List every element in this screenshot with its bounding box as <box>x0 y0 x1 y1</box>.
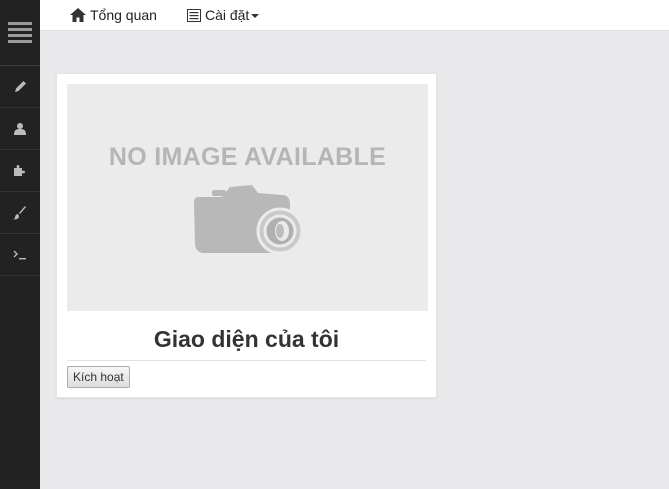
sidebar-toggle[interactable] <box>0 0 40 66</box>
home-icon <box>70 8 86 22</box>
menu-icon <box>8 21 32 43</box>
chevron-down-icon <box>251 14 260 18</box>
sidebar <box>0 0 40 489</box>
sidebar-item-appearance[interactable] <box>0 192 40 234</box>
theme-thumbnail: NO IMAGE AVAILABLE <box>67 84 428 311</box>
divider <box>67 360 426 361</box>
terminal-icon <box>13 250 26 259</box>
theme-title: Giao diện của tôi <box>153 326 340 352</box>
puzzle-icon <box>14 165 25 176</box>
user-icon <box>14 123 26 135</box>
activate-button[interactable]: Kích hoạt <box>67 366 130 388</box>
sidebar-item-plugins[interactable] <box>0 150 40 192</box>
sidebar-item-users[interactable] <box>0 108 40 150</box>
top-navbar: Tổng quan Cài đặt <box>40 0 669 31</box>
nav-overview[interactable]: Tổng quan <box>70 7 157 23</box>
brush-icon <box>13 205 26 219</box>
pencil-icon <box>14 81 26 92</box>
sidebar-item-edit[interactable] <box>0 66 40 108</box>
sidebar-item-console[interactable] <box>0 234 40 276</box>
nav-settings-label: Cài đặt <box>204 7 250 23</box>
list-icon <box>186 8 201 22</box>
nav-settings-dropdown[interactable]: Cài đặt <box>186 7 260 23</box>
theme-card: NO IMAGE AVAILABLE Giao diện của tôi Kíc… <box>56 73 437 398</box>
nav-overview-label: Tổng quan <box>90 7 157 23</box>
camera-icon <box>194 185 304 255</box>
no-image-text: NO IMAGE AVAILABLE <box>108 143 387 171</box>
